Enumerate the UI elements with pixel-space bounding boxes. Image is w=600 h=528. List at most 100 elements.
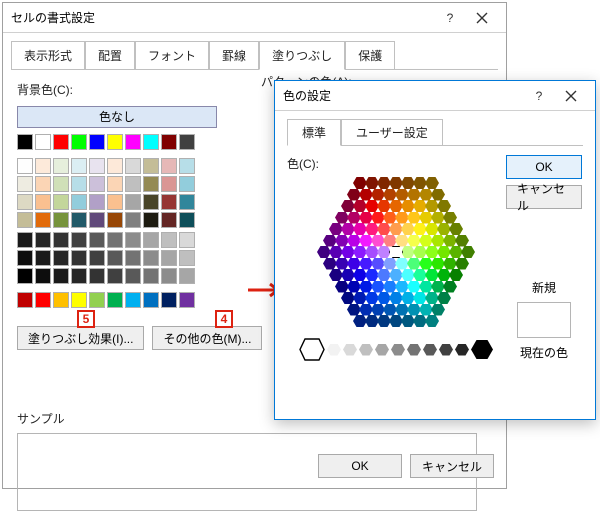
color-swatch[interactable]: [17, 158, 33, 174]
color-swatch[interactable]: [17, 194, 33, 210]
color-swatch[interactable]: [107, 232, 123, 248]
hex-cell[interactable]: [335, 281, 349, 293]
hex-cell[interactable]: [341, 200, 355, 212]
hex-cell[interactable]: [317, 246, 331, 258]
hex-cell[interactable]: [407, 212, 421, 224]
color-swatch[interactable]: [161, 212, 177, 228]
color-swatch[interactable]: [107, 134, 123, 150]
color-swatch[interactable]: [125, 212, 141, 228]
fill-effects-button[interactable]: 塗りつぶし効果(I)...: [17, 326, 144, 350]
color-swatch[interactable]: [89, 176, 105, 192]
hex-cell[interactable]: [329, 223, 343, 235]
color-swatch[interactable]: [71, 292, 87, 308]
tab-4[interactable]: 塗りつぶし: [259, 41, 345, 70]
hex-cell[interactable]: [383, 189, 397, 201]
color-swatch[interactable]: [71, 212, 87, 228]
hex-cell[interactable]: [413, 246, 427, 258]
hex-cell[interactable]: [329, 269, 343, 281]
hex-cell[interactable]: [371, 235, 385, 247]
hex-cell[interactable]: [449, 246, 463, 258]
hex-cell[interactable]: [359, 304, 373, 316]
cancel-button[interactable]: キャンセル: [506, 185, 582, 209]
hex-cell[interactable]: [401, 292, 415, 304]
hex-cell[interactable]: [413, 177, 427, 189]
color-swatch[interactable]: [143, 250, 159, 266]
hex-cell[interactable]: [377, 269, 391, 281]
color-swatch[interactable]: [143, 194, 159, 210]
hex-cell[interactable]: [341, 292, 355, 304]
hex-cell[interactable]: [413, 315, 427, 327]
hex-cell[interactable]: [413, 223, 427, 235]
color-swatch[interactable]: [161, 134, 177, 150]
color-swatch[interactable]: [53, 134, 69, 150]
hex-cell[interactable]: [347, 281, 361, 293]
hex-cell[interactable]: [443, 235, 457, 247]
color-swatch[interactable]: [161, 194, 177, 210]
gray-cell[interactable]: [423, 344, 437, 356]
color-swatch[interactable]: [53, 194, 69, 210]
tab-1[interactable]: 配置: [85, 41, 135, 70]
hex-cell[interactable]: [383, 258, 397, 270]
color-swatch[interactable]: [107, 268, 123, 284]
hex-cell[interactable]: [401, 246, 415, 258]
hex-cell[interactable]: [389, 177, 403, 189]
color-swatch[interactable]: [17, 250, 33, 266]
hex-cell[interactable]: [455, 258, 469, 270]
hex-cell[interactable]: [425, 177, 439, 189]
hex-cell[interactable]: [401, 200, 415, 212]
hex-cell[interactable]: [431, 212, 445, 224]
hex-cell[interactable]: [383, 281, 397, 293]
color-swatch[interactable]: [125, 158, 141, 174]
color-swatch[interactable]: [143, 268, 159, 284]
tab-0[interactable]: 標準: [287, 119, 341, 146]
hex-cell[interactable]: [389, 315, 403, 327]
hex-cell[interactable]: [335, 235, 349, 247]
hex-cell[interactable]: [425, 292, 439, 304]
hex-cell[interactable]: [449, 269, 463, 281]
color-swatch[interactable]: [71, 158, 87, 174]
color-swatch[interactable]: [35, 292, 51, 308]
gray-cell[interactable]: [391, 344, 405, 356]
color-swatch[interactable]: [179, 194, 195, 210]
hex-cell[interactable]: [389, 223, 403, 235]
help-button[interactable]: ?: [434, 6, 466, 30]
more-colors-button[interactable]: その他の色(M)...: [152, 326, 262, 350]
color-swatch[interactable]: [107, 250, 123, 266]
hex-cell[interactable]: [419, 235, 433, 247]
hex-cell[interactable]: [431, 281, 445, 293]
color-swatch[interactable]: [179, 212, 195, 228]
hex-cell[interactable]: [425, 269, 439, 281]
help-button[interactable]: ?: [523, 84, 555, 108]
hex-cell[interactable]: [335, 212, 349, 224]
hex-cell[interactable]: [389, 269, 403, 281]
color-swatch[interactable]: [125, 176, 141, 192]
color-swatch[interactable]: [179, 268, 195, 284]
hex-cell[interactable]: [401, 269, 415, 281]
close-button[interactable]: [555, 84, 587, 108]
color-swatch[interactable]: [179, 134, 195, 150]
color-swatch[interactable]: [89, 134, 105, 150]
gray-cell[interactable]: [343, 344, 357, 356]
color-swatch[interactable]: [143, 176, 159, 192]
hex-cell[interactable]: [395, 258, 409, 270]
hex-cell[interactable]: [437, 246, 451, 258]
color-swatch[interactable]: [107, 194, 123, 210]
color-swatch[interactable]: [179, 292, 195, 308]
hex-cell[interactable]: [341, 223, 355, 235]
hex-cell[interactable]: [431, 258, 445, 270]
hex-cell[interactable]: [365, 200, 379, 212]
hex-cell[interactable]: [371, 281, 385, 293]
hex-cell[interactable]: [437, 223, 451, 235]
hex-cell[interactable]: [353, 177, 367, 189]
color-swatch[interactable]: [35, 134, 51, 150]
hex-cell[interactable]: [395, 281, 409, 293]
color-swatch[interactable]: [53, 268, 69, 284]
color-swatch[interactable]: [89, 212, 105, 228]
hex-cell[interactable]: [413, 200, 427, 212]
color-swatch[interactable]: [35, 250, 51, 266]
hex-cell[interactable]: [425, 246, 439, 258]
color-swatch[interactable]: [161, 176, 177, 192]
hex-cell[interactable]: [365, 292, 379, 304]
color-swatch[interactable]: [71, 134, 87, 150]
hex-cell[interactable]: [353, 292, 367, 304]
